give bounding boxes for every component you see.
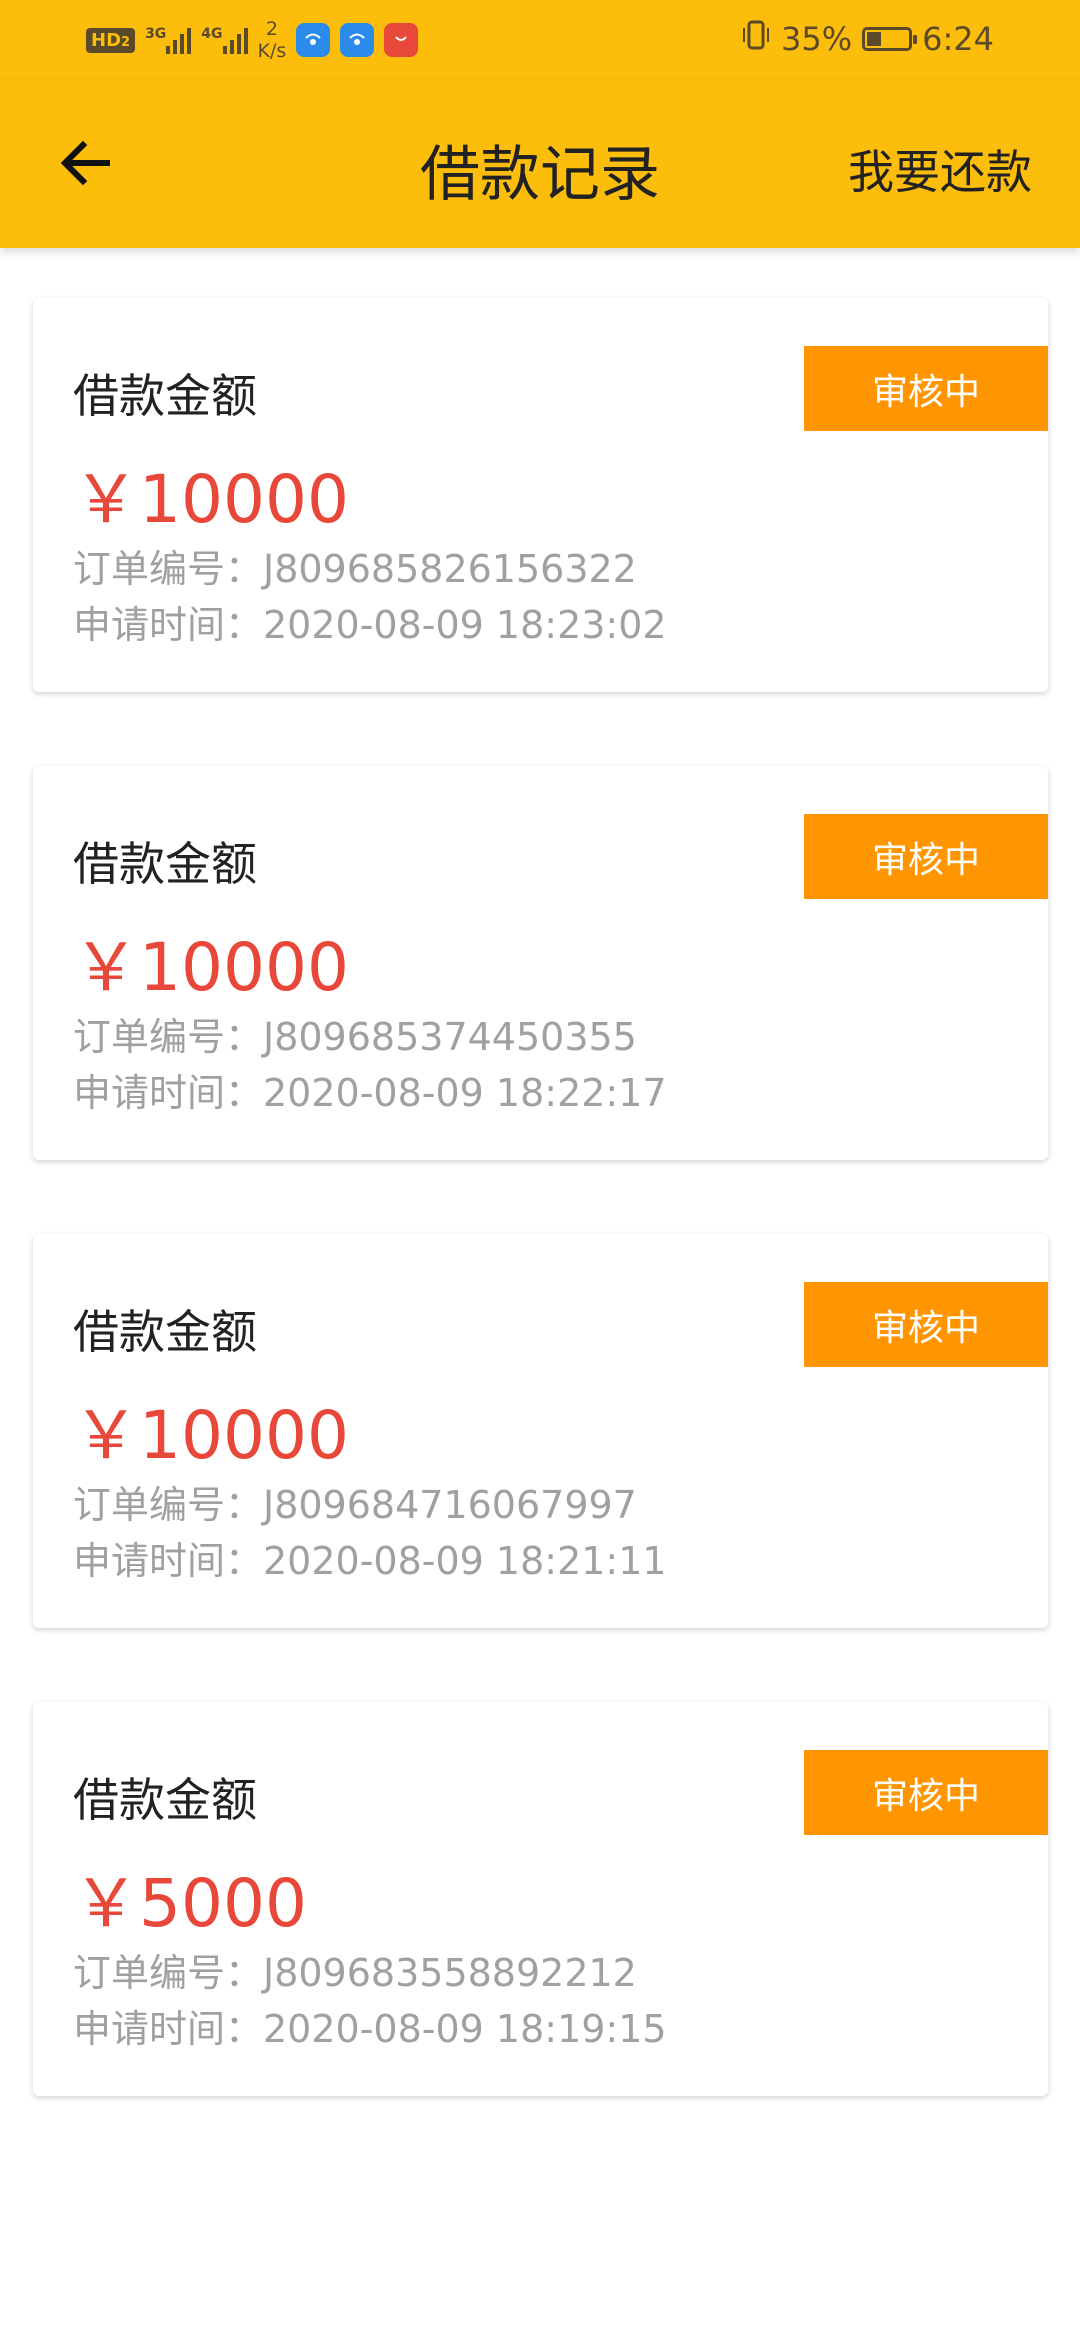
apply-time: 申请时间：2020-08-09 18:21:11 — [73, 1539, 667, 1583]
loan-record-card[interactable]: 借款金额 ￥10000 订单编号：J809685374450355 申请时间：2… — [33, 766, 1048, 1160]
amount-label: 借款金额 — [73, 837, 257, 891]
status-bar-right: 35% 6:24 — [741, 18, 994, 60]
loan-amount: ￥10000 — [73, 1397, 349, 1474]
amount-label: 借款金额 — [73, 1773, 257, 1827]
app-bar: 借款记录 我要还款 — [0, 80, 1080, 248]
loan-amount: ￥10000 — [73, 929, 349, 1006]
hd-voice-icon: HD2 — [86, 27, 136, 53]
order-number: 订单编号：J809684716067997 — [73, 1483, 637, 1527]
amount-label: 借款金额 — [73, 1305, 257, 1359]
loan-record-card[interactable]: 借款金额 ￥10000 订单编号：J809685826156322 申请时间：2… — [33, 298, 1048, 692]
apply-time: 申请时间：2020-08-09 18:22:17 — [73, 1071, 667, 1115]
network-speed: 2 K/s — [257, 18, 287, 62]
shopping-app-icon — [384, 23, 419, 57]
wifi-app-icon — [340, 23, 375, 57]
order-number: 订单编号：J809685374450355 — [73, 1015, 637, 1059]
order-number: 订单编号：J809683558892212 — [73, 1951, 637, 1995]
status-badge: 审核中 — [804, 346, 1048, 431]
status-bar-left: HD2 3G 4G 2 K/s — [86, 18, 419, 62]
battery-percent: 35% — [781, 20, 853, 58]
amount-label: 借款金额 — [73, 369, 257, 423]
loan-record-card[interactable]: 借款金额 ￥10000 订单编号：J809684716067997 申请时间：2… — [33, 1234, 1048, 1628]
vibrate-icon — [741, 18, 771, 60]
signal-3g-icon: 3G — [145, 26, 192, 54]
order-number: 订单编号：J809685826156322 — [73, 547, 637, 591]
loan-amount: ￥5000 — [73, 1865, 307, 1942]
repay-button[interactable]: 我要还款 — [848, 136, 1032, 202]
apply-time: 申请时间：2020-08-09 18:23:02 — [73, 603, 667, 647]
status-badge: 审核中 — [804, 1282, 1048, 1367]
signal-4g-icon: 4G — [201, 26, 248, 54]
loan-record-card[interactable]: 借款金额 ￥5000 订单编号：J809683558892212 申请时间：20… — [33, 1702, 1048, 2096]
status-bar: HD2 3G 4G 2 K/s 35% 6:24 — [0, 0, 1080, 80]
status-badge: 审核中 — [804, 814, 1048, 899]
wifi-app-icon — [296, 23, 331, 57]
loan-amount: ￥10000 — [73, 461, 349, 538]
clock: 6:24 — [922, 20, 994, 58]
battery-icon — [862, 27, 918, 51]
apply-time: 申请时间：2020-08-09 18:19:15 — [73, 2007, 667, 2051]
status-badge: 审核中 — [804, 1750, 1048, 1835]
